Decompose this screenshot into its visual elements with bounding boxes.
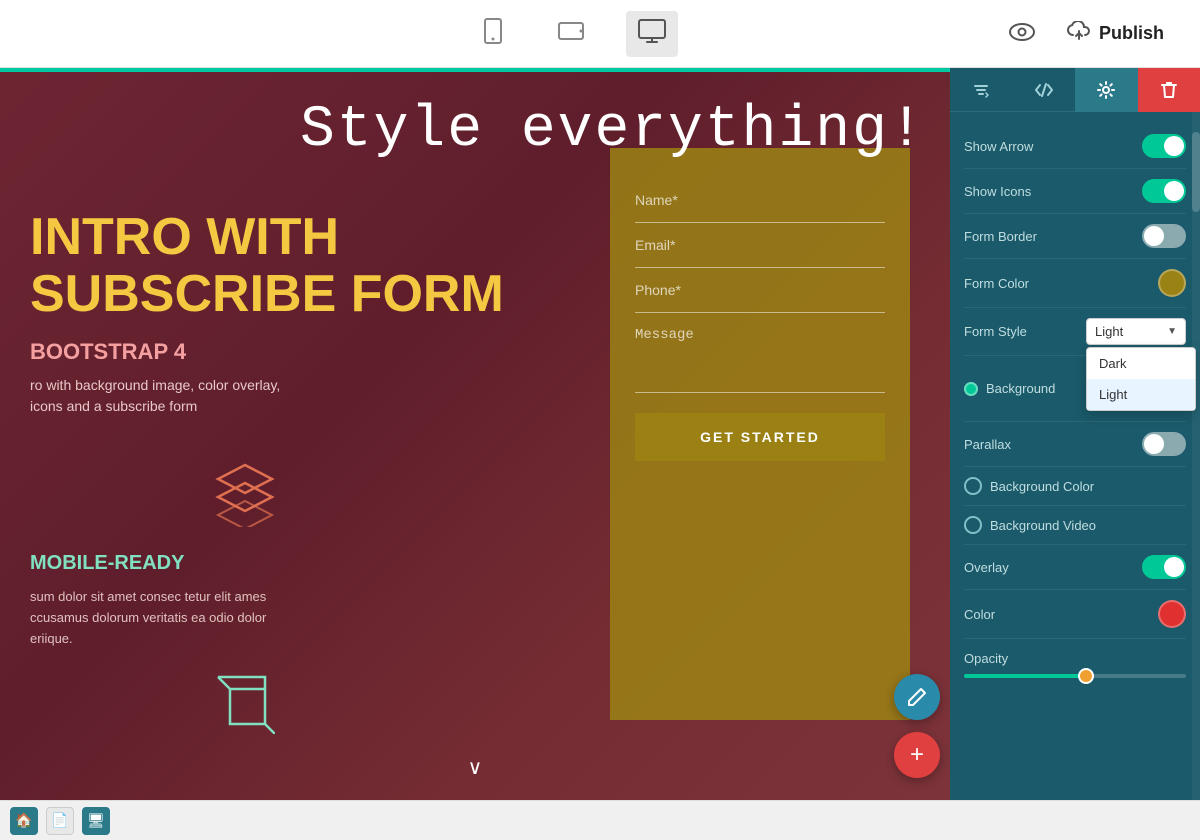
bottom-screen-btn[interactable]: 🖥 xyxy=(82,807,110,835)
overlay-label: Overlay xyxy=(964,560,1009,575)
bg-video-label: Background Video xyxy=(990,518,1186,533)
mobile-device-btn[interactable] xyxy=(470,10,516,58)
opacity-row: Opacity xyxy=(964,639,1186,690)
background-label-group: Background xyxy=(964,381,1055,396)
option-light[interactable]: Light xyxy=(1087,379,1195,410)
canvas: Style everything! INTRO WITH SUBSCRIBE F… xyxy=(0,68,950,800)
show-arrow-toggle[interactable] xyxy=(1142,134,1186,158)
fab-add-button[interactable]: + xyxy=(894,732,940,778)
color-row: Color xyxy=(964,590,1186,639)
opacity-label: Opacity xyxy=(964,651,1186,666)
parallax-toggle[interactable] xyxy=(1142,432,1186,456)
scrollbar-track xyxy=(1192,112,1200,800)
publish-label: Publish xyxy=(1099,23,1164,44)
overlay-toggle[interactable] xyxy=(1142,555,1186,579)
form-border-toggle[interactable] xyxy=(1142,224,1186,248)
form-style-dropdown-wrapper: Light ▼ Dark Light xyxy=(1086,318,1186,345)
description: ro with background image, color overlay,… xyxy=(30,375,350,417)
code-button[interactable] xyxy=(1013,68,1076,112)
delete-button[interactable] xyxy=(1138,68,1200,112)
background-label: Background xyxy=(986,381,1055,396)
parallax-label: Parallax xyxy=(964,437,1011,452)
form-color-label: Form Color xyxy=(964,276,1029,291)
panel-content: Show Arrow Show Icons Form Border xyxy=(950,112,1200,800)
top-bar: Publish xyxy=(0,0,1200,68)
toggle-thumb xyxy=(1144,226,1164,246)
cloud-upload-icon xyxy=(1067,21,1091,46)
color-label: Color xyxy=(964,607,995,622)
mobile-ready-label: MOBILE-READY xyxy=(30,552,550,575)
show-arrow-row: Show Arrow xyxy=(964,124,1186,169)
color-picker[interactable] xyxy=(1158,600,1186,628)
form-border-label: Form Border xyxy=(964,229,1037,244)
slider-thumb[interactable] xyxy=(1078,668,1094,684)
toggle-thumb xyxy=(1144,434,1164,454)
overlay-row: Overlay xyxy=(964,545,1186,590)
show-icons-label: Show Icons xyxy=(964,184,1031,199)
get-started-button[interactable]: GET STARTED xyxy=(635,413,885,461)
form-color-picker[interactable] xyxy=(1158,269,1186,297)
form-style-menu: Dark Light xyxy=(1086,347,1196,411)
scroll-down-arrow[interactable]: ∨ xyxy=(468,755,483,780)
form-color-row: Form Color xyxy=(964,259,1186,308)
form-style-label: Form Style xyxy=(964,324,1027,339)
canvas-accent-line xyxy=(0,68,950,72)
headline: INTRO WITH SUBSCRIBE FORM xyxy=(30,209,550,323)
panel-toolbar xyxy=(950,68,1200,112)
mobile-desc: sum dolor sit amet consec tetur elit ame… xyxy=(30,587,330,649)
opacity-slider[interactable] xyxy=(964,674,1186,678)
stack-icon xyxy=(210,457,550,532)
bottom-file-btn[interactable]: 📄 xyxy=(46,807,74,835)
preview-icon[interactable] xyxy=(1009,21,1035,47)
subscribe-form: GET STARTED xyxy=(610,148,910,720)
email-input[interactable] xyxy=(635,223,885,268)
settings-button[interactable] xyxy=(1075,68,1138,112)
toggle-thumb xyxy=(1164,136,1184,156)
dropdown-arrow-icon: ▼ xyxy=(1167,326,1177,337)
toggle-thumb xyxy=(1164,181,1184,201)
device-switcher xyxy=(470,10,678,58)
bg-color-radio[interactable] xyxy=(964,477,982,495)
box-icon xyxy=(210,669,550,739)
show-icons-row: Show Icons xyxy=(964,169,1186,214)
bg-video-row: Background Video xyxy=(964,506,1186,545)
sort-button[interactable] xyxy=(950,68,1013,112)
subheadline: BOOTSTRAP 4 xyxy=(30,339,550,365)
message-input[interactable] xyxy=(635,313,885,393)
fab-edit-button[interactable] xyxy=(894,674,940,720)
form-style-dropdown[interactable]: Light ▼ xyxy=(1086,318,1186,345)
scrollbar-thumb[interactable] xyxy=(1192,132,1200,212)
top-bar-right: Publish xyxy=(1009,13,1180,54)
parallax-row: Parallax xyxy=(964,422,1186,467)
form-style-value: Light xyxy=(1095,324,1167,339)
phone-input[interactable] xyxy=(635,268,885,313)
show-arrow-label: Show Arrow xyxy=(964,139,1033,154)
canvas-left: INTRO WITH SUBSCRIBE FORM BOOTSTRAP 4 ro… xyxy=(0,68,570,800)
bg-video-radio[interactable] xyxy=(964,516,982,534)
desktop-device-btn[interactable] xyxy=(626,11,678,57)
bottom-home-btn[interactable]: 🏠 xyxy=(10,807,38,835)
option-dark[interactable]: Dark xyxy=(1087,348,1195,379)
toggle-thumb xyxy=(1164,557,1184,577)
form-border-row: Form Border xyxy=(964,214,1186,259)
slider-fill xyxy=(964,674,1086,678)
plus-icon: + xyxy=(910,741,924,769)
canvas-content: INTRO WITH SUBSCRIBE FORM BOOTSTRAP 4 ro… xyxy=(0,68,950,800)
name-input[interactable] xyxy=(635,178,885,223)
style-everything-heading: Style everything! xyxy=(300,98,926,163)
form-style-row: Form Style Light ▼ Dark Light xyxy=(964,308,1186,356)
main-area: Style everything! INTRO WITH SUBSCRIBE F… xyxy=(0,68,1200,800)
right-panel: Show Arrow Show Icons Form Border xyxy=(950,68,1200,800)
background-active-dot xyxy=(964,382,978,396)
bg-color-row: Background Color xyxy=(964,467,1186,506)
tablet-device-btn[interactable] xyxy=(546,12,596,56)
show-icons-toggle[interactable] xyxy=(1142,179,1186,203)
bg-color-label: Background Color xyxy=(990,479,1186,494)
publish-button[interactable]: Publish xyxy=(1051,13,1180,54)
bottom-bar: 🏠 📄 🖥 xyxy=(0,800,1200,840)
